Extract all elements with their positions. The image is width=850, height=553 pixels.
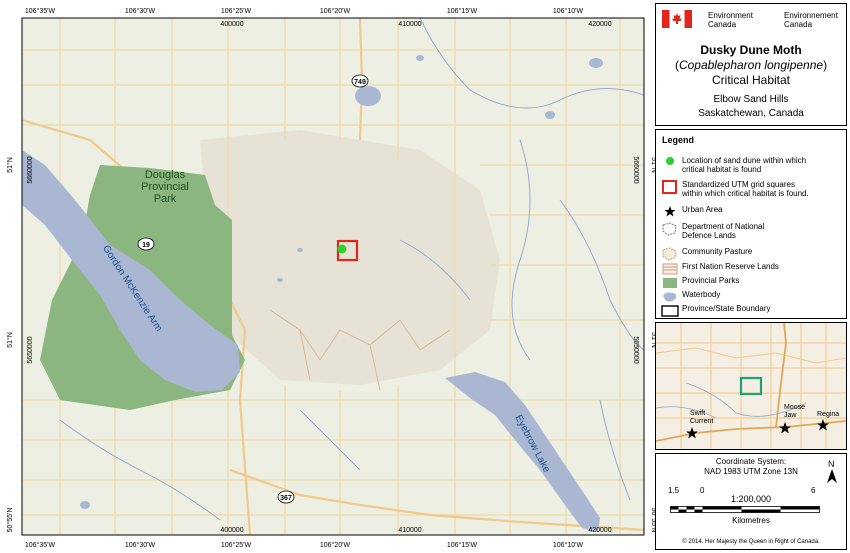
red-square-icon <box>662 180 677 194</box>
map-subtitle: Critical Habitat <box>711 73 791 87</box>
latitude-label: 51°N <box>6 332 14 348</box>
hatched-area-icon <box>662 247 677 261</box>
blue-area-icon <box>663 292 677 302</box>
legend-item-site: Location of sand dune within which criti… <box>660 156 846 174</box>
longitude-label: 106°15'W <box>447 541 478 549</box>
legend-label: Provincial Parks <box>682 276 740 285</box>
north-arrow-icon: N <box>827 459 837 483</box>
legend-item-grid-square: Standardized UTM grid squares within whi… <box>660 180 846 198</box>
coordinate-system-value: NAD 1983 UTM Zone 13N <box>704 467 798 476</box>
latitude-label: 51°N <box>6 157 14 173</box>
longitude-label: 106°35'W <box>25 7 56 15</box>
scale-ratio: 1:200,000 <box>730 494 772 504</box>
inset-map-canvas: Swift Current Moose Jaw Regina <box>656 323 846 449</box>
longitude-label: 106°10'W <box>553 7 584 15</box>
longitude-label: 106°25'W <box>221 7 252 15</box>
legend-label: Province/State Boundary <box>682 304 771 313</box>
legend-label: Urban Area <box>682 205 723 214</box>
legend-label: Location of sand dune within which criti… <box>682 156 807 174</box>
species-latin-line: (Copablepharon longipenne) <box>674 58 828 72</box>
inset-town-regina: Regina <box>817 411 839 418</box>
legend-item-waterbody: Waterbody <box>660 290 846 304</box>
legend-label: Waterbody <box>682 290 721 299</box>
highway-number: 19 <box>142 242 150 249</box>
longitude-label: 106°35'W <box>25 541 56 549</box>
legend-item-urban-area: Urban Area <box>660 205 846 219</box>
striped-area-icon <box>662 263 678 275</box>
northing-label: 5650000 <box>27 336 34 363</box>
legend-label: Community Pasture <box>682 247 753 256</box>
department-french: Environnement Canada <box>784 11 838 29</box>
highway-number: 749 <box>354 79 366 86</box>
legend-item-boundary: Province/State Boundary <box>660 304 846 318</box>
legend-label: First Nation Reserve Lands <box>682 262 779 271</box>
coordinate-system-heading: Coordinate System: <box>715 457 787 466</box>
longitude-label: 106°15'W <box>447 7 478 15</box>
highway-number: 367 <box>280 495 292 502</box>
copyright-notice: © 2014. Her Majesty the Queen in Right o… <box>682 539 820 545</box>
north-label: N <box>828 459 835 469</box>
scale-tick-right: 6 <box>811 486 816 495</box>
easting-label: 420000 <box>588 21 611 28</box>
legend-label: Department of National Defence Lands <box>682 222 765 240</box>
department-english: Environment Canada <box>708 11 753 29</box>
star-icon <box>664 206 676 217</box>
longitude-label: 106°30'W <box>125 541 156 549</box>
legend-item-reserve-lands: First Nation Reserve Lands <box>660 262 846 276</box>
place-line-2: Saskatchewan, Canada <box>698 108 804 119</box>
easting-label: 410000 <box>398 527 421 534</box>
legend-panel: Legend Location of sand dune within whic… <box>655 129 847 319</box>
green-area-icon <box>663 278 677 288</box>
canada-flag-icon <box>662 10 692 28</box>
hatched-area-icon <box>662 222 677 236</box>
longitude-label: 106°10'W <box>553 541 584 549</box>
easting-label: 400000 <box>220 527 243 534</box>
legend-item-defence-lands: Department of National Defence Lands <box>660 222 846 240</box>
scale-unit: Kilometres <box>732 516 770 525</box>
northing-label: 5650000 <box>632 336 639 363</box>
map-info-panel: Coordinate System: NAD 1983 UTM Zone 13N… <box>655 453 847 550</box>
species-title: Dusky Dune Moth <box>700 43 802 57</box>
sand-dune-site-marker <box>337 244 347 254</box>
northing-label: 5660000 <box>632 156 639 183</box>
easting-label: 420000 <box>588 527 611 534</box>
legend-item-community-pasture: Community Pasture <box>660 247 846 261</box>
inset-map: Swift Current Moose Jaw Regina <box>655 322 847 450</box>
latitude-label: 50°55'N <box>6 508 14 533</box>
boundary-box-icon <box>661 305 679 317</box>
green-dot-icon <box>666 157 674 165</box>
easting-label: 400000 <box>220 21 243 28</box>
species-latin-name: Copablepharon longipenne <box>678 58 824 72</box>
longitude-label: 106°25'W <box>221 541 252 549</box>
easting-label: 410000 <box>398 21 421 28</box>
longitude-label: 106°20'W <box>320 7 351 15</box>
legend-item-provincial-parks: Provincial Parks <box>660 276 846 290</box>
place-line-1: Elbow Sand Hills <box>713 94 789 105</box>
title-panel: Environment Canada Environnement Canada … <box>655 3 847 126</box>
northing-label: 5660000 <box>27 156 34 183</box>
longitude-label: 106°20'W <box>320 541 351 549</box>
scale-bar <box>670 506 820 513</box>
longitude-label: 106°30'W <box>125 7 156 15</box>
legend-heading: Legend <box>662 135 695 145</box>
legend-label: Standardized UTM grid squares within whi… <box>682 180 809 198</box>
